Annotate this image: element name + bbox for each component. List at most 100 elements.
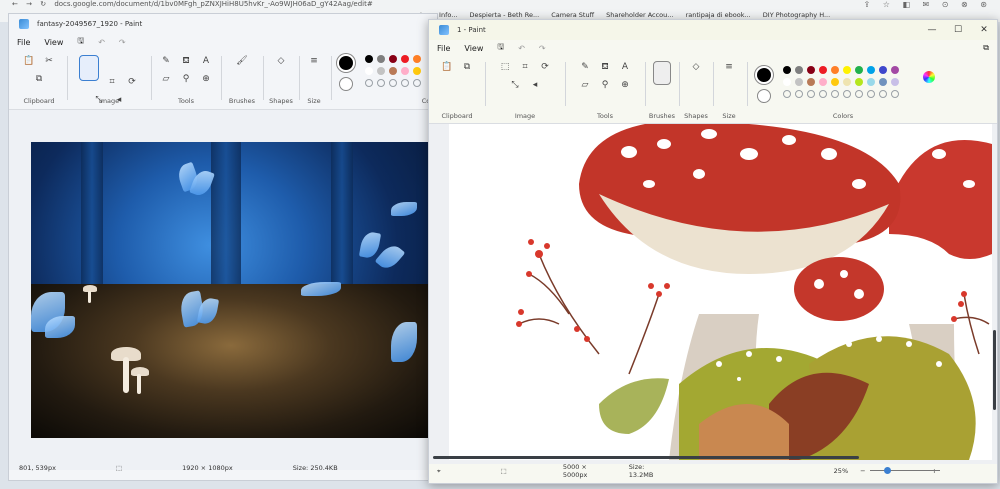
paint-window-fantasy: fantasy-2049567_1920 - Paint File View 🖫…	[8, 13, 438, 481]
cut-icon[interactable]: ✂	[43, 55, 55, 67]
crop-icon[interactable]: ⌗	[519, 61, 531, 73]
shapes-group[interactable]: ◇ Shapes	[681, 58, 711, 122]
zoom-slider[interactable]	[869, 467, 940, 475]
custom-color-slot[interactable]	[365, 79, 373, 87]
forward-icon[interactable]: →	[26, 0, 32, 8]
tools-group: ✎ ⛾ A ▱ ⚲ ⊕ Tools	[567, 58, 643, 122]
resize-icon[interactable]: ⤡	[509, 79, 521, 91]
shapes-icon[interactable]: ◇	[690, 61, 702, 73]
brush-icon[interactable]	[653, 61, 671, 85]
eraser-icon[interactable]: ▱	[160, 73, 172, 85]
menu-view[interactable]: View	[44, 38, 63, 47]
primary-color-swatch[interactable]	[757, 68, 771, 82]
select-icon[interactable]: ⬚	[499, 61, 511, 73]
bookmark-item[interactable]: rantipaja di ebook...	[686, 11, 751, 19]
save-icon[interactable]: 🖫	[497, 41, 504, 55]
shapes-label: Shapes	[684, 112, 708, 120]
size-icon[interactable]: ≡	[723, 61, 735, 73]
edit-colors-icon[interactable]	[923, 71, 935, 83]
select-icon[interactable]	[79, 55, 99, 81]
bookmark-item[interactable]: Shareholder Accou...	[606, 11, 673, 19]
secondary-color-swatch[interactable]	[757, 89, 771, 103]
palette-color-swatch[interactable]	[389, 67, 397, 75]
rotate-icon[interactable]: ⟳	[539, 61, 551, 73]
clipboard-group: 📋 ⧉ Clipboard	[431, 58, 483, 122]
pencil-icon[interactable]: ✎	[579, 61, 591, 73]
vertical-scrollbar[interactable]	[993, 330, 996, 410]
pencil-icon[interactable]: ✎	[160, 55, 172, 67]
zoom-level: 25%	[833, 467, 849, 475]
custom-color-slot[interactable]	[401, 79, 409, 87]
menu-file[interactable]: File	[437, 44, 450, 53]
paste-icon[interactable]: 📋	[441, 61, 453, 73]
extension-icons[interactable]: ⇪ ☆ ◧ ✉ ⊙ ⊗ ⊛	[863, 0, 992, 9]
save-icon[interactable]: 🖫	[77, 35, 84, 49]
palette-color-swatch[interactable]	[365, 55, 373, 63]
paint-logo-icon	[19, 19, 29, 29]
image-dimensions: 1920 × 1080px	[182, 464, 233, 472]
palette-color-swatch[interactable]	[401, 55, 409, 63]
palette-color-swatch[interactable]	[401, 67, 409, 75]
file-size: Size: 250.4KB	[292, 464, 338, 472]
text-icon[interactable]: A	[200, 55, 212, 67]
fill-icon[interactable]: ⛾	[599, 61, 611, 73]
share-icon[interactable]: ⧉	[983, 43, 989, 53]
palette-color-swatch[interactable]	[365, 67, 373, 75]
brushes-label: Brushes	[228, 97, 256, 105]
color-picker-icon[interactable]: ⚲	[599, 79, 611, 91]
menu-bar: File View 🖫 ↶ ↷	[9, 34, 437, 50]
menu-view[interactable]: View	[464, 44, 483, 53]
zoom-out-icon[interactable]: −	[860, 467, 865, 475]
custom-color-slot[interactable]	[389, 79, 397, 87]
magnifier-icon[interactable]: ⊕	[619, 79, 631, 91]
brushes-group[interactable]: Brushes	[647, 58, 677, 122]
text-icon[interactable]: A	[619, 61, 631, 73]
size-group[interactable]: ≡ Size	[715, 58, 743, 122]
crop-icon[interactable]: ⌗	[106, 76, 118, 88]
url-text[interactable]: docs.google.com/document/d/1bv0MFgh_pZNX…	[54, 0, 372, 8]
palette-color-swatch[interactable]	[389, 55, 397, 63]
custom-color-slot[interactable]	[377, 79, 385, 87]
eraser-icon[interactable]: ▱	[579, 79, 591, 91]
secondary-color-swatch[interactable]	[339, 77, 353, 91]
flip-icon[interactable]: ◂	[529, 79, 541, 91]
brushes-group[interactable]: 🖌 Brushes	[223, 52, 261, 107]
copy-icon[interactable]: ⧉	[33, 73, 45, 85]
bookmark-item[interactable]: DIY Photography H...	[763, 11, 830, 19]
back-icon[interactable]: ←	[12, 0, 18, 8]
shapes-icon[interactable]: ◇	[275, 55, 287, 67]
redo-icon[interactable]: ↷	[539, 44, 546, 53]
palette-color-swatch[interactable]	[377, 67, 385, 75]
status-bar: ⌖ ⬚ 5000 × 5000px Size: 13.2MB 25% − +	[429, 459, 997, 483]
undo-icon[interactable]: ↶	[518, 44, 525, 53]
undo-icon[interactable]: ↶	[98, 38, 105, 47]
menu-file[interactable]: File	[17, 38, 30, 47]
status-bar: 801, 539px ⬚ 1920 × 1080px Size: 250.4KB	[9, 456, 437, 480]
fill-icon[interactable]: ⛾	[180, 55, 192, 67]
redo-icon[interactable]: ↷	[119, 38, 126, 47]
reload-icon[interactable]: ↻	[40, 0, 46, 8]
image-label: Image	[514, 112, 536, 120]
close-button[interactable]: ✕	[971, 25, 997, 35]
paste-icon[interactable]: 📋	[23, 55, 35, 67]
palette-color-swatch[interactable]	[377, 55, 385, 63]
size-group[interactable]: ≡ Size	[301, 52, 327, 107]
brush-icon[interactable]: 🖌	[236, 55, 248, 67]
zoom-in-icon[interactable]: +	[932, 467, 937, 475]
shapes-group[interactable]: ◇ Shapes	[265, 52, 297, 107]
color-picker-icon[interactable]: ⚲	[180, 73, 192, 85]
selection-icon: ⬚	[115, 464, 123, 472]
mushroom-image-canvas[interactable]	[449, 124, 992, 460]
primary-color-swatch[interactable]	[339, 56, 353, 70]
copy-icon[interactable]: ⧉	[461, 61, 473, 73]
fantasy-image-canvas[interactable]	[31, 142, 431, 438]
magnifier-icon[interactable]: ⊕	[200, 73, 212, 85]
address-bar[interactable]: ← → ↻ docs.google.com/document/d/1bv0MFg…	[0, 0, 1000, 9]
rotate-icon[interactable]: ⟳	[126, 76, 138, 88]
maximize-button[interactable]: ☐	[945, 25, 971, 35]
bookmark-item[interactable]: Camera Stuff	[551, 11, 594, 19]
ribbon: 📋 ✂ ⧉ Clipboard ⌗ ⟳ ⤡ ◂ Image ✎ ⛾ A ▱ ⚲ ⊕ Tools…	[9, 50, 437, 110]
size-icon[interactable]: ≡	[308, 55, 320, 67]
bookmark-item[interactable]: Despierta - Beth Re...	[470, 11, 540, 19]
minimize-button[interactable]: —	[919, 25, 945, 35]
